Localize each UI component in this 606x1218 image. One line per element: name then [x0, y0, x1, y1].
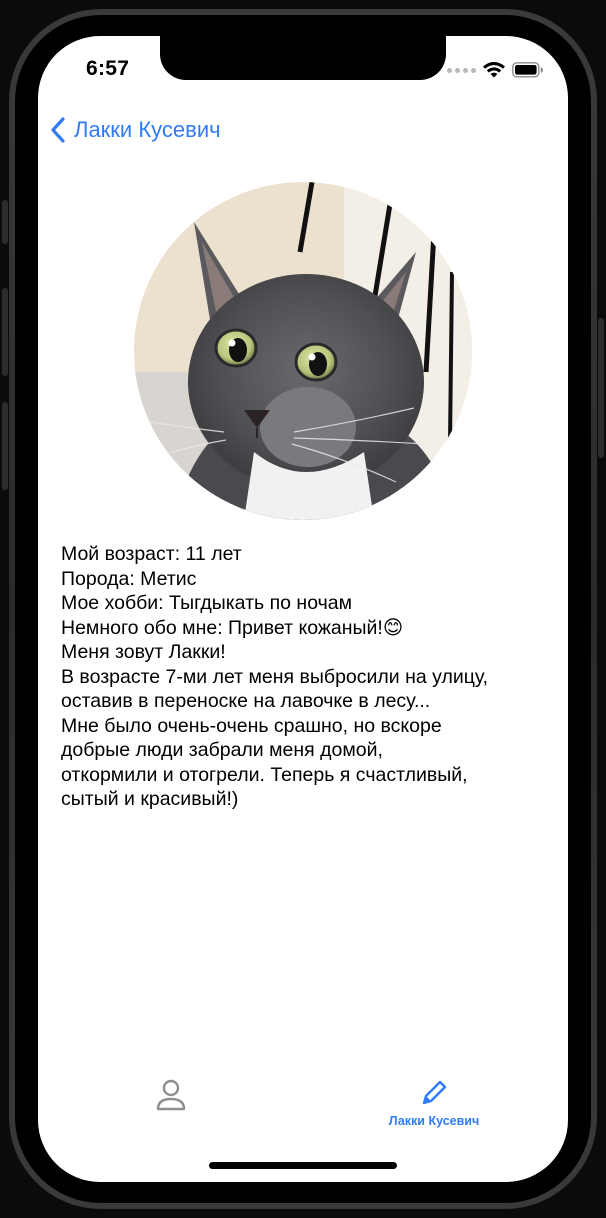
tab-profile[interactable] — [148, 1078, 194, 1112]
bio-line: Немного обо мне: Привет кожаный!😊 — [61, 616, 404, 639]
bio-line: сытый и красивый!) — [61, 788, 239, 810]
tab-edit[interactable]: Лакки Кусевич — [374, 1078, 494, 1128]
bio-line: В возрасте 7-ми лет меня выбросили на ул… — [61, 665, 489, 688]
home-indicator[interactable] — [209, 1162, 397, 1169]
tab-edit-label: Лакки Кусевич — [388, 1114, 480, 1128]
bio-line: Меня зовут Лакки! — [61, 641, 226, 663]
bio-line: добрые люди забрали меня домой, — [61, 739, 383, 761]
volume-down-button — [2, 402, 8, 490]
battery-icon — [512, 62, 543, 78]
status-time: 6:57 — [86, 57, 130, 80]
wifi-icon — [483, 62, 505, 78]
device-background: 6:57 Лакки Кусевич Мой возраст: 11 лет П… — [0, 0, 606, 1218]
bio-line: оставив в переноске на лавочке в лесу... — [61, 690, 431, 712]
power-button — [598, 318, 604, 458]
back-button-label: Лакки Кусевич — [74, 117, 221, 142]
bio-line: Мне было очень-очень срашно, но вскоре — [61, 714, 442, 737]
cellular-signal-icon — [447, 67, 476, 73]
screen: 6:57 Лакки Кусевич Мой возраст: 11 лет П… — [38, 36, 568, 1182]
volume-up-button — [2, 288, 8, 376]
back-button[interactable]: Лакки Кусевич — [50, 116, 221, 144]
bio-text: Мой возраст: 11 лет Порода: Метис Мое хо… — [61, 542, 541, 812]
tab-bar: Лакки Кусевич — [38, 1068, 568, 1138]
person-icon — [156, 1079, 186, 1111]
avatar — [134, 182, 472, 520]
silent-switch — [2, 200, 8, 244]
pencil-icon — [422, 1080, 447, 1105]
notch — [160, 36, 446, 80]
cat-photo — [134, 182, 472, 520]
bio-line: Мой возраст: 11 лет — [61, 543, 242, 565]
chevron-left-icon — [51, 117, 65, 143]
bio-line: Порода: Метис — [61, 567, 197, 590]
bio-line: откормили и отогрели. Теперь я счастливы… — [61, 763, 468, 786]
bio-line: Мое хобби: Тыгдыкать по ночам — [61, 592, 353, 614]
status-icons — [447, 61, 544, 79]
